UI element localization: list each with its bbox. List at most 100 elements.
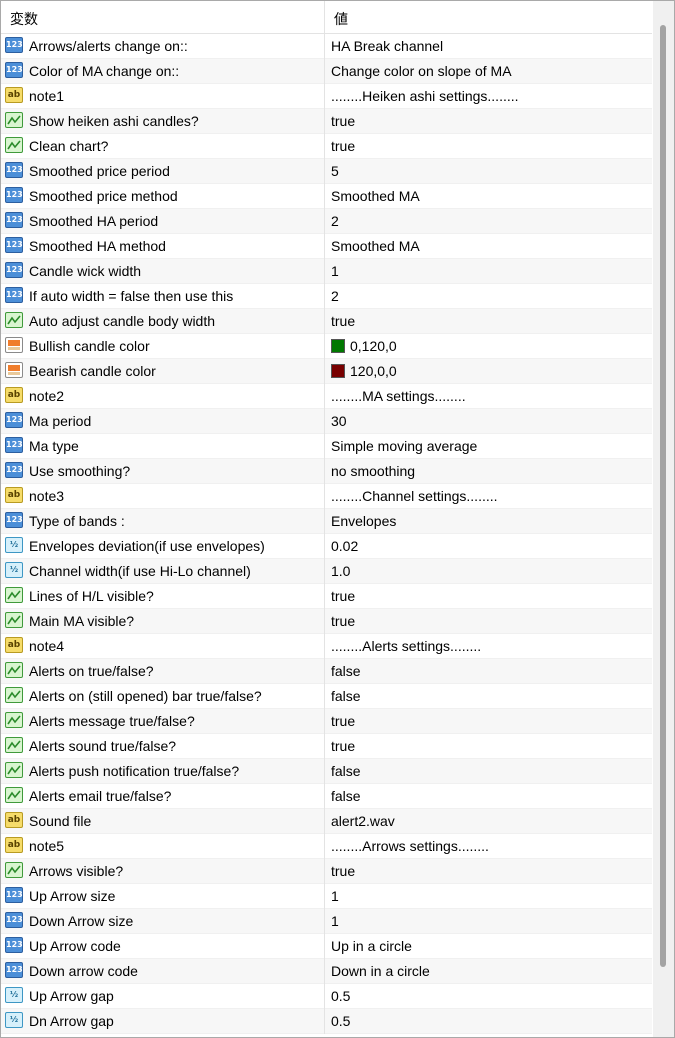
- table-row[interactable]: 123 Type of bands : Envelopes: [1, 509, 652, 534]
- variable-value[interactable]: ........Arrows settings........: [331, 838, 489, 854]
- variable-value-text: 120,0,0: [350, 363, 397, 379]
- table-row[interactable]: ab note5 ........Arrows settings........: [1, 834, 652, 859]
- variable-value[interactable]: true: [331, 313, 355, 329]
- variable-value[interactable]: HA Break channel: [331, 38, 443, 54]
- table-row[interactable]: Auto adjust candle body width true: [1, 309, 652, 334]
- table-row[interactable]: ½ Dn Arrow gap 0.5: [1, 1009, 652, 1034]
- variable-value[interactable]: Smoothed MA: [331, 238, 420, 254]
- variable-value[interactable]: 30: [331, 413, 347, 429]
- variable-name: note5: [29, 838, 65, 854]
- variable-name: note3: [29, 488, 65, 504]
- variable-value[interactable]: true: [331, 588, 355, 604]
- table-row[interactable]: ab note3 ........Channel settings........: [1, 484, 652, 509]
- variable-value[interactable]: 1: [331, 263, 339, 279]
- variable-value[interactable]: false: [331, 763, 361, 779]
- table-row[interactable]: 123 Down Arrow size 1: [1, 909, 652, 934]
- variable-value-text: false: [331, 763, 361, 779]
- variable-value[interactable]: ........MA settings........: [331, 388, 466, 404]
- table-row[interactable]: 123 Use smoothing? no smoothing: [1, 459, 652, 484]
- table-row[interactable]: ½ Channel width(if use Hi-Lo channel) 1.0: [1, 559, 652, 584]
- variable-value[interactable]: true: [331, 113, 355, 129]
- variable-value[interactable]: 2: [331, 213, 339, 229]
- table-row[interactable]: 123 Smoothed price period 5: [1, 159, 652, 184]
- variable-value[interactable]: no smoothing: [331, 463, 415, 479]
- variable-value[interactable]: true: [331, 613, 355, 629]
- table-row[interactable]: ½ Up Arrow gap 0.5: [1, 984, 652, 1009]
- table-row[interactable]: 123 Up Arrow size 1: [1, 884, 652, 909]
- column-header-value[interactable]: 値: [334, 9, 348, 29]
- vertical-scrollbar[interactable]: [653, 1, 674, 1037]
- variable-value[interactable]: false: [331, 788, 361, 804]
- table-row[interactable]: Clean chart? true: [1, 134, 652, 159]
- variable-value[interactable]: false: [331, 688, 361, 704]
- table-row[interactable]: 123 Ma type Simple moving average: [1, 434, 652, 459]
- column-divider[interactable]: [324, 1, 325, 33]
- table-row[interactable]: Lines of H/L visible? true: [1, 584, 652, 609]
- table-row[interactable]: 123 Candle wick width 1: [1, 259, 652, 284]
- variable-value[interactable]: false: [331, 663, 361, 679]
- table-row[interactable]: ab Sound file alert2.wav: [1, 809, 652, 834]
- variable-value[interactable]: 0.5: [331, 1013, 350, 1029]
- string-type-icon: ab: [5, 837, 23, 853]
- table-row[interactable]: 123 Smoothed HA period 2: [1, 209, 652, 234]
- table-row[interactable]: 123 Down arrow code Down in a circle: [1, 959, 652, 984]
- variable-value[interactable]: true: [331, 863, 355, 879]
- variable-value[interactable]: 0.02: [331, 538, 358, 554]
- table-row[interactable]: Arrows visible? true: [1, 859, 652, 884]
- table-row[interactable]: Alerts sound true/false? true: [1, 734, 652, 759]
- table-row[interactable]: ab note1 ........Heiken ashi settings.....…: [1, 84, 652, 109]
- variable-name: Alerts email true/false?: [29, 788, 172, 804]
- variable-value-text: true: [331, 138, 356, 154]
- variable-value[interactable]: true: [331, 713, 355, 729]
- variable-value[interactable]: 0.5: [331, 988, 350, 1004]
- variable-value[interactable]: ........Channel settings........: [331, 488, 498, 504]
- table-row[interactable]: ab note2 ........MA settings........: [1, 384, 652, 409]
- variable-value[interactable]: 5: [331, 163, 339, 179]
- string-type-icon: ab: [5, 487, 23, 503]
- variable-value[interactable]: 1: [331, 913, 339, 929]
- variable-value[interactable]: Change color on slope of MA: [331, 63, 512, 79]
- column-header-variable[interactable]: 変数: [10, 9, 38, 29]
- variable-value[interactable]: true: [331, 138, 355, 154]
- variable-value[interactable]: Down in a circle: [331, 963, 430, 979]
- table-row[interactable]: Bearish candle color 120,0,0: [1, 359, 652, 384]
- variable-value[interactable]: ........Alerts settings........: [331, 638, 481, 654]
- variable-value[interactable]: alert2.wav: [331, 813, 395, 829]
- variable-name: Main MA visible?: [29, 613, 135, 629]
- table-row[interactable]: Bullish candle color 0,120,0: [1, 334, 652, 359]
- table-row[interactable]: ab note4 ........Alerts settings........: [1, 634, 652, 659]
- variable-value[interactable]: 120,0,0: [331, 363, 397, 379]
- variable-value[interactable]: Smoothed MA: [331, 188, 420, 204]
- variable-value[interactable]: ........Heiken ashi settings........: [331, 88, 519, 104]
- scrollbar-thumb[interactable]: [660, 25, 666, 967]
- table-row[interactable]: ½ Envelopes deviation(if use envelopes) 0.…: [1, 534, 652, 559]
- table-row[interactable]: 123 Ma period 30: [1, 409, 652, 434]
- variable-value[interactable]: 1: [331, 888, 339, 904]
- table-row[interactable]: Alerts on (still opened) bar true/false?…: [1, 684, 652, 709]
- table-row[interactable]: Alerts message true/false? true: [1, 709, 652, 734]
- table-row[interactable]: 123 Up Arrow code Up in a circle: [1, 934, 652, 959]
- variable-value[interactable]: Up in a circle: [331, 938, 412, 954]
- integer-type-icon: 123: [5, 262, 23, 278]
- table-row[interactable]: Alerts on true/false? false: [1, 659, 652, 684]
- table-row[interactable]: 123 Smoothed HA method Smoothed MA: [1, 234, 652, 259]
- variable-value[interactable]: Envelopes: [331, 513, 396, 529]
- variable-value[interactable]: 0,120,0: [331, 338, 397, 354]
- color-swatch[interactable]: [331, 339, 345, 353]
- variable-value[interactable]: 2: [331, 288, 339, 304]
- table-row[interactable]: 123 Smoothed price method Smoothed MA: [1, 184, 652, 209]
- table-row[interactable]: Alerts email true/false? false: [1, 784, 652, 809]
- variable-value[interactable]: true: [331, 738, 355, 754]
- cell-divider: [324, 634, 325, 659]
- table-row[interactable]: 123 If auto width = false then use this 2: [1, 284, 652, 309]
- variable-value[interactable]: Simple moving average: [331, 438, 477, 454]
- variable-name: Arrows visible?: [29, 863, 124, 879]
- table-row[interactable]: 123 Color of MA change on:: Change color o…: [1, 59, 652, 84]
- color-swatch[interactable]: [331, 364, 345, 378]
- cell-divider: [324, 859, 325, 884]
- variable-value[interactable]: 1.0: [331, 563, 350, 579]
- table-row[interactable]: Main MA visible? true: [1, 609, 652, 634]
- table-row[interactable]: Alerts push notification true/false? fals…: [1, 759, 652, 784]
- table-row[interactable]: Show heiken ashi candles? true: [1, 109, 652, 134]
- table-row[interactable]: 123 Arrows/alerts change on:: HA Break cha…: [1, 34, 652, 59]
